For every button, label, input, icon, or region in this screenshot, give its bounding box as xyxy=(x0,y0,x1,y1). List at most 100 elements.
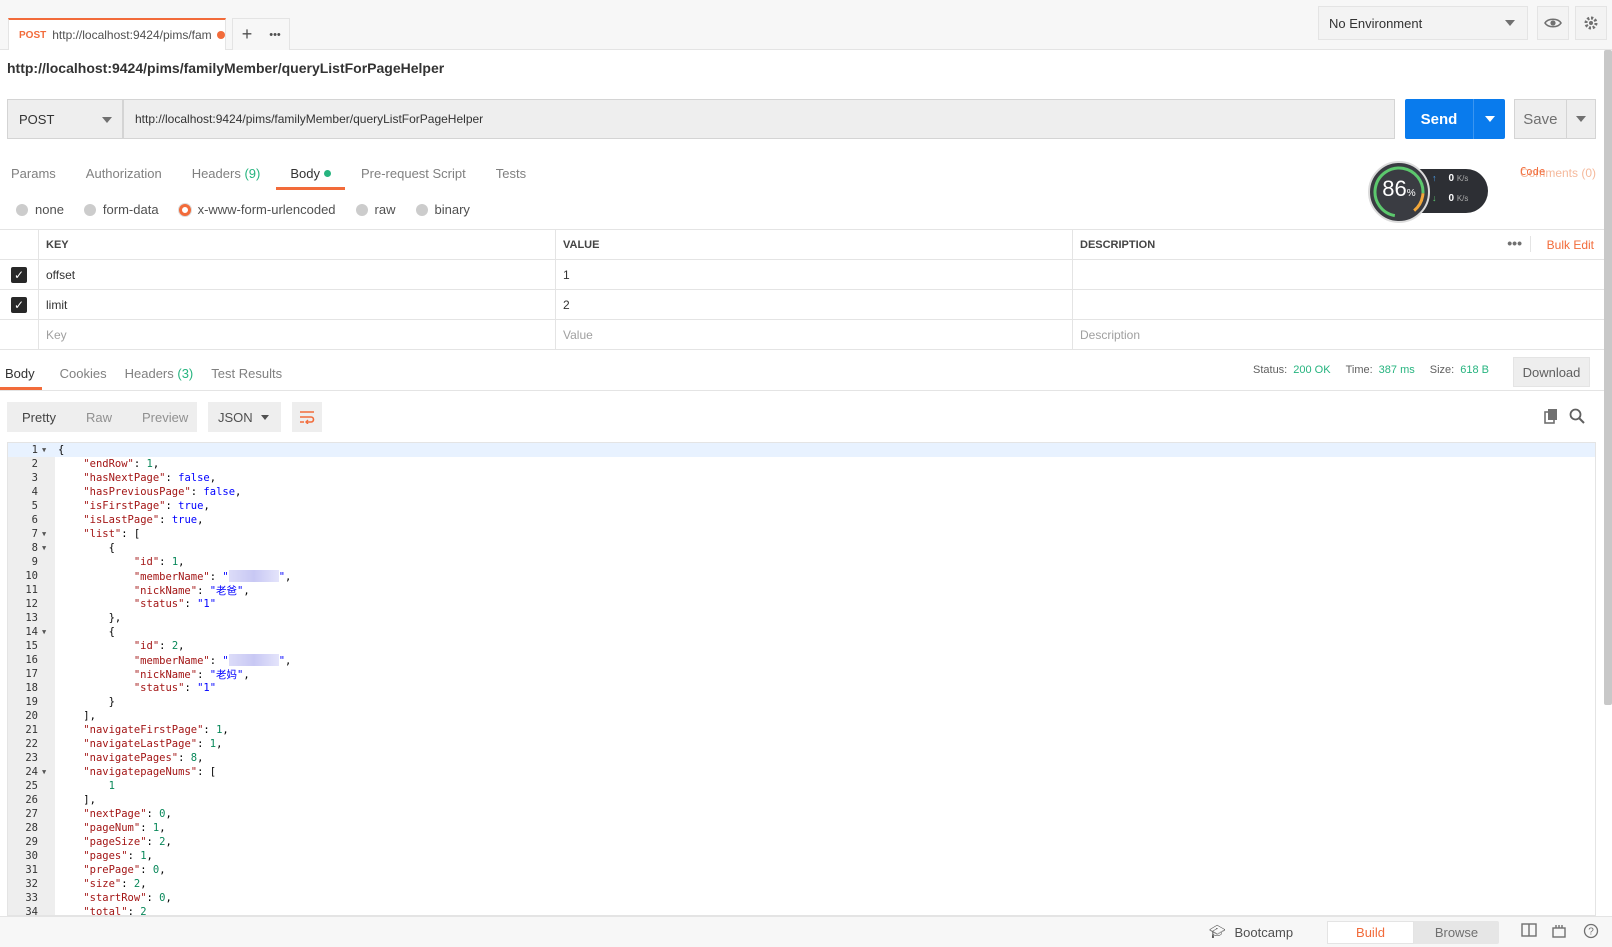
code-text: "endRow": 1, xyxy=(83,458,160,470)
graduation-cap-icon: 🎓︎ xyxy=(1209,924,1226,939)
line-number: 24 xyxy=(25,766,38,778)
response-tab-headers[interactable]: Headers (3) xyxy=(125,360,194,390)
tab-params[interactable]: Params xyxy=(11,160,56,190)
more-tabs-button[interactable]: ••• xyxy=(261,19,289,50)
environment-quick-look-button[interactable] xyxy=(1537,6,1569,40)
fold-arrow-icon[interactable]: ▼ xyxy=(42,530,55,538)
line-number: 13 xyxy=(25,612,38,624)
line-number: 21 xyxy=(25,724,38,736)
tab-tests[interactable]: Tests xyxy=(496,160,526,190)
code-line: 32 "size": 2, xyxy=(8,877,1595,891)
size-value[interactable]: 618 B xyxy=(1460,364,1489,376)
response-body-editor[interactable]: 1 ▼{2 "endRow": 1, 3 "hasNextPage": false,… xyxy=(7,442,1596,916)
response-tab-test-results[interactable]: Test Results xyxy=(211,360,282,390)
code-text: "status": "1" xyxy=(133,598,217,610)
line-number: 9 xyxy=(31,556,38,568)
code-text: ], xyxy=(58,710,96,722)
save-button[interactable]: Save xyxy=(1514,99,1596,139)
radio-none[interactable]: none xyxy=(16,202,64,217)
code-text: { xyxy=(58,626,115,638)
value-input[interactable]: Value xyxy=(556,320,1073,349)
bulk-edit-link[interactable]: Bulk Edit xyxy=(1547,238,1594,252)
code-link[interactable]: Code xyxy=(1520,166,1596,178)
new-tab-button[interactable]: + xyxy=(233,19,261,50)
wrap-lines-button[interactable] xyxy=(292,402,322,432)
chevron-down-icon xyxy=(1575,116,1586,122)
fold-arrow-icon[interactable]: ▼ xyxy=(42,446,55,454)
code-text: "navigateLastPage": 1, xyxy=(83,738,223,750)
network-speed-widget[interactable]: 86% ↑ 0 K/s ↓ 0 K/s xyxy=(1368,161,1488,223)
help-icon[interactable]: ? xyxy=(1582,923,1600,941)
tab-authorization[interactable]: Authorization xyxy=(86,160,162,190)
fold-arrow-icon[interactable]: ▼ xyxy=(42,768,55,776)
preview-button[interactable]: Preview xyxy=(127,402,203,432)
radio-raw[interactable]: raw xyxy=(355,202,396,217)
code-line: 12 "status": "1" xyxy=(8,597,1595,611)
chevron-down-icon xyxy=(1505,20,1515,26)
response-tab-cookies[interactable]: Cookies xyxy=(60,360,107,390)
copy-icon[interactable] xyxy=(1544,408,1560,424)
download-rate: ↓ 0 K/s xyxy=(1432,193,1469,204)
code-line: 13 }, xyxy=(8,611,1595,625)
raw-button[interactable]: Raw xyxy=(71,402,127,432)
response-tab-body[interactable]: Body xyxy=(0,360,42,390)
method-select[interactable]: POST xyxy=(7,99,123,139)
bootcamp-link[interactable]: 🎓︎ Bootcamp xyxy=(1209,924,1293,940)
code-text: ], xyxy=(58,794,96,806)
fold-arrow-icon[interactable]: ▼ xyxy=(42,628,55,636)
tab-bar: POST http://localhost:9424/pims/fam + ••… xyxy=(0,0,1612,50)
request-title[interactable]: http://localhost:9424/pims/familyMember/… xyxy=(7,60,444,76)
pretty-button[interactable]: Pretty xyxy=(7,402,71,432)
response-tabs: Body Cookies Headers (3) Test Results xyxy=(0,360,300,390)
row-checkbox[interactable]: ✓ xyxy=(11,266,27,283)
radio-binary[interactable]: binary xyxy=(415,202,470,217)
fold-arrow-icon[interactable]: ▼ xyxy=(42,544,55,552)
save-options-button[interactable] xyxy=(1565,100,1595,138)
request-tab[interactable]: POST http://localhost:9424/pims/fam xyxy=(8,18,226,50)
more-options-icon[interactable]: ••• xyxy=(1507,235,1522,251)
description-input[interactable]: Description xyxy=(1073,320,1604,349)
code-line: 28 "pageNum": 1, xyxy=(8,821,1595,835)
code-line: 31 "prePage": 0, xyxy=(8,863,1595,877)
tab-pre-request-script[interactable]: Pre-request Script xyxy=(361,160,466,190)
radio-form-data[interactable]: form-data xyxy=(83,202,159,217)
radio-x-www-form-urlencoded[interactable]: x-www-form-urlencoded xyxy=(178,202,336,217)
send-options-button[interactable] xyxy=(1473,99,1505,139)
search-icon[interactable] xyxy=(1568,407,1586,425)
tab-body[interactable]: Body xyxy=(276,160,345,190)
value-header: VALUE xyxy=(556,230,1073,259)
runner-icon[interactable] xyxy=(1550,923,1568,941)
download-button[interactable]: Download xyxy=(1513,357,1590,387)
key-input[interactable]: Key xyxy=(39,320,556,349)
line-number: 29 xyxy=(25,836,38,848)
key-cell[interactable]: offset xyxy=(39,260,556,289)
description-cell[interactable] xyxy=(1073,260,1604,289)
line-number: 18 xyxy=(25,682,38,694)
method-label: POST xyxy=(19,111,55,127)
row-checkbox[interactable]: ✓ xyxy=(11,296,27,313)
send-button[interactable]: Send xyxy=(1405,99,1505,139)
tab-headers[interactable]: Headers (9) xyxy=(192,160,261,190)
vertical-scrollbar[interactable] xyxy=(1604,50,1612,705)
key-cell[interactable]: limit xyxy=(39,290,556,319)
code-line: 21 "navigateFirstPage": 1, xyxy=(8,723,1595,737)
format-select[interactable]: JSON xyxy=(208,402,281,432)
environment-select[interactable]: No Environment xyxy=(1318,6,1528,40)
code-line: 17 "nickName": "老妈", xyxy=(8,667,1595,681)
svg-text:?: ? xyxy=(1588,927,1594,938)
code-content[interactable]: 1 ▼{2 "endRow": 1, 3 "hasNextPage": false,… xyxy=(8,443,1595,915)
url-input[interactable] xyxy=(123,99,1395,139)
code-line: 3 "hasNextPage": false, xyxy=(8,471,1595,485)
time-value[interactable]: 387 ms xyxy=(1379,364,1415,376)
two-pane-icon[interactable] xyxy=(1520,923,1538,941)
value-cell[interactable]: 2 xyxy=(556,290,1073,319)
browse-button[interactable]: Browse xyxy=(1414,921,1499,944)
line-number: 8 xyxy=(31,542,38,554)
build-button[interactable]: Build xyxy=(1327,921,1414,944)
value-cell[interactable]: 1 xyxy=(556,260,1073,289)
code-text: { xyxy=(58,444,65,456)
settings-button[interactable] xyxy=(1575,6,1607,40)
description-cell[interactable] xyxy=(1073,290,1604,319)
code-text: "navigatePages": 8, xyxy=(83,752,204,764)
status-value[interactable]: 200 OK xyxy=(1293,364,1330,376)
